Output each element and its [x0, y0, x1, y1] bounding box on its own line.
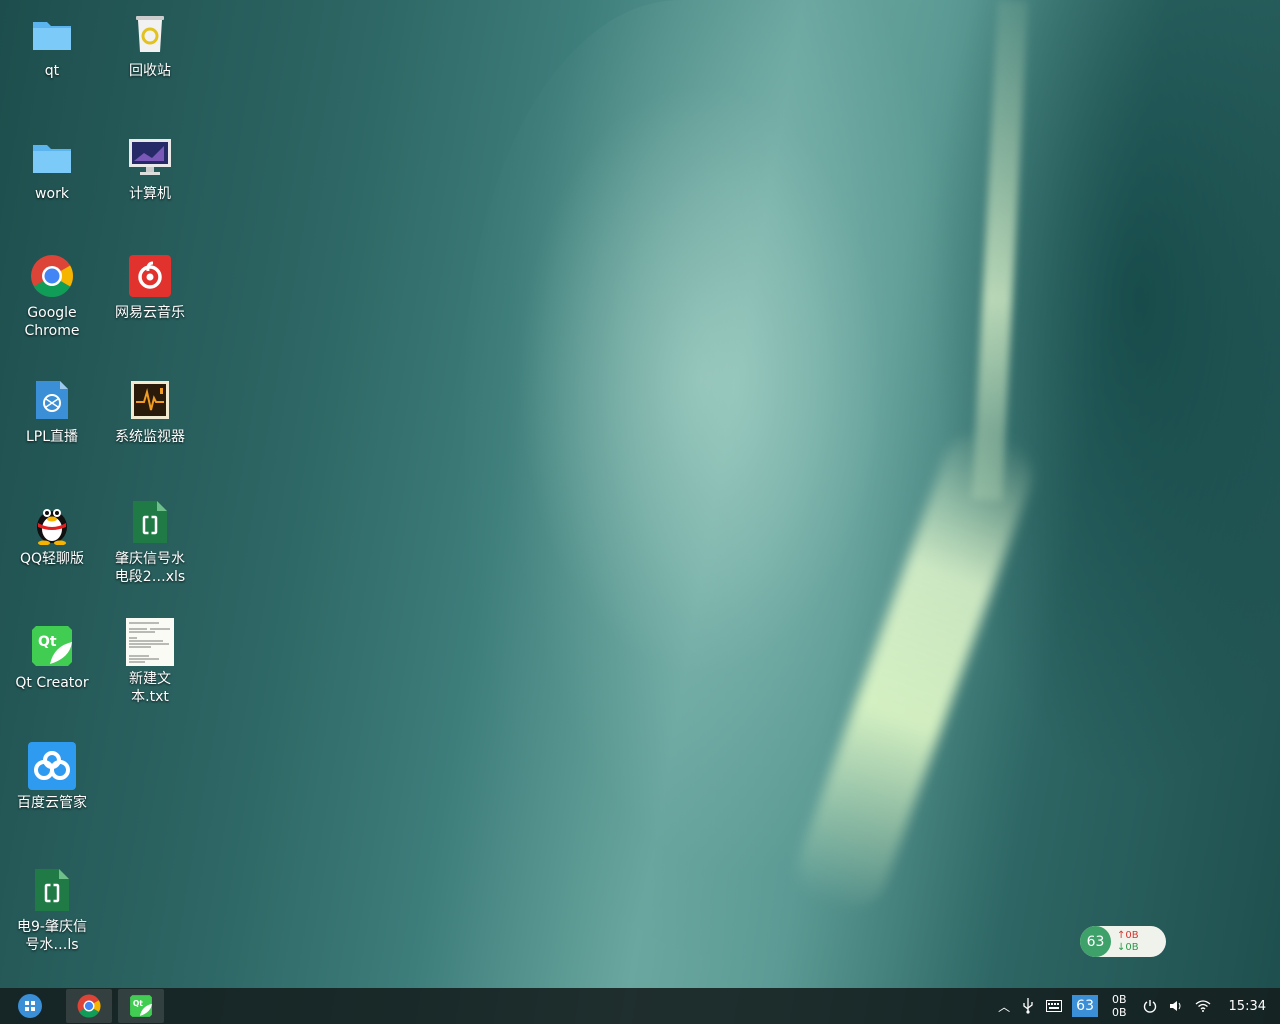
desktop-icon-label: 电9-肇庆信 号水…ls	[17, 919, 87, 953]
volume-icon[interactable]	[1169, 999, 1183, 1013]
desktop-icon-label: QQ轻聊版	[19, 551, 85, 567]
system-tray: ︿ 63 0B 0B 15:34	[992, 988, 1280, 1024]
desktop-icon-text-file[interactable]: 新建文 本.txt	[104, 618, 196, 706]
taskbar-app-chrome[interactable]	[66, 989, 112, 1023]
qt-creator-icon: Qt	[130, 995, 152, 1017]
desktop-icon-label: 回收站	[129, 63, 171, 79]
desktop-icon-label: 百度云管家	[17, 795, 87, 811]
desktop-icon-spreadsheet[interactable]: 电9-肇庆信 号水…ls	[6, 866, 98, 954]
power-icon[interactable]	[1143, 999, 1157, 1013]
desktop-icon-label: 系统监视器	[115, 429, 185, 445]
folder-icon	[28, 10, 76, 58]
tray-net-up: 0B	[1111, 993, 1127, 1006]
desktop-icon-qt[interactable]: qt	[6, 10, 98, 80]
usb-icon[interactable]	[1022, 998, 1034, 1014]
spreadsheet-icon	[28, 866, 76, 914]
launcher-button[interactable]	[8, 989, 52, 1023]
launcher-icon	[18, 994, 42, 1018]
tray-badge[interactable]: 63	[1072, 995, 1098, 1017]
qq-icon	[28, 498, 76, 546]
desktop-icon-label: 肇庆信号水 电段2…xls	[114, 551, 186, 585]
netease-music-icon	[126, 252, 174, 300]
taskbar: Qt ︿ 63 0B 0B 15:34	[0, 988, 1280, 1024]
desktop-icon-qq[interactable]: QQ轻聊版	[6, 498, 98, 568]
spreadsheet-icon	[126, 498, 174, 546]
desktop-icon-label: LPL直播	[25, 429, 79, 445]
computer-icon	[126, 133, 174, 181]
desktop-icon-work[interactable]: work	[6, 133, 98, 203]
desktop-icon-label: work	[35, 186, 69, 202]
desktop-icon-baidu-cloud[interactable]: 百度云管家	[6, 742, 98, 812]
baidu-cloud-icon	[28, 742, 76, 790]
desktop-icon-label: Qt Creator	[15, 675, 89, 691]
svg-text:Qt: Qt	[38, 634, 57, 650]
download-rate: ↓0B	[1117, 941, 1139, 953]
taskbar-app-qt-creator[interactable]: Qt	[118, 989, 164, 1023]
clock[interactable]: 15:34	[1229, 999, 1266, 1014]
desktop: qt work Google Chrome LPL直播 QQ轻聊版 Qt Qt …	[0, 0, 1280, 1024]
system-monitor-icon	[126, 376, 174, 424]
cpu-usage-badge: 63	[1080, 926, 1111, 957]
chrome-icon	[77, 994, 101, 1018]
text-file-icon	[126, 618, 174, 666]
desktop-icon-spreadsheet[interactable]: 肇庆信号水 电段2…xls	[104, 498, 196, 586]
network-speed-widget[interactable]: 63 ↑0B ↓0B	[1080, 926, 1166, 957]
desktop-icon-label: 新建文 本.txt	[129, 671, 171, 705]
trash-icon	[126, 10, 174, 58]
desktop-icon-trash[interactable]: 回收站	[104, 10, 196, 80]
wifi-icon[interactable]	[1195, 1000, 1211, 1012]
lpl-live-icon	[28, 376, 76, 424]
desktop-icon-qt-creator[interactable]: Qt Qt Creator	[6, 622, 98, 692]
wallpaper-highlight	[465, 0, 1005, 960]
desktop-icon-netease-music[interactable]: 网易云音乐	[104, 252, 196, 322]
chevron-up-icon[interactable]: ︿	[998, 998, 1010, 1015]
svg-text:Qt: Qt	[133, 999, 143, 1008]
desktop-icon-label: Google Chrome	[24, 305, 80, 339]
folder-icon	[28, 133, 76, 181]
tray-net-speed[interactable]: 0B 0B	[1112, 993, 1127, 1019]
desktop-icon-label: 网易云音乐	[115, 305, 185, 321]
chrome-icon	[28, 252, 76, 300]
desktop-icon-label: 计算机	[129, 186, 171, 202]
qt-creator-icon: Qt	[28, 622, 76, 670]
keyboard-icon[interactable]	[1046, 1000, 1063, 1012]
upload-rate: ↑0B	[1117, 929, 1139, 941]
desktop-icon-lpl-live[interactable]: LPL直播	[6, 376, 98, 446]
desktop-icon-chrome[interactable]: Google Chrome	[6, 252, 98, 340]
net-rates: ↑0B ↓0B	[1117, 930, 1139, 954]
desktop-icon-label: qt	[44, 63, 60, 79]
desktop-icon-system-monitor[interactable]: 系统监视器	[104, 376, 196, 446]
desktop-icon-computer[interactable]: 计算机	[104, 133, 196, 203]
tray-net-down: 0B	[1111, 1006, 1127, 1019]
